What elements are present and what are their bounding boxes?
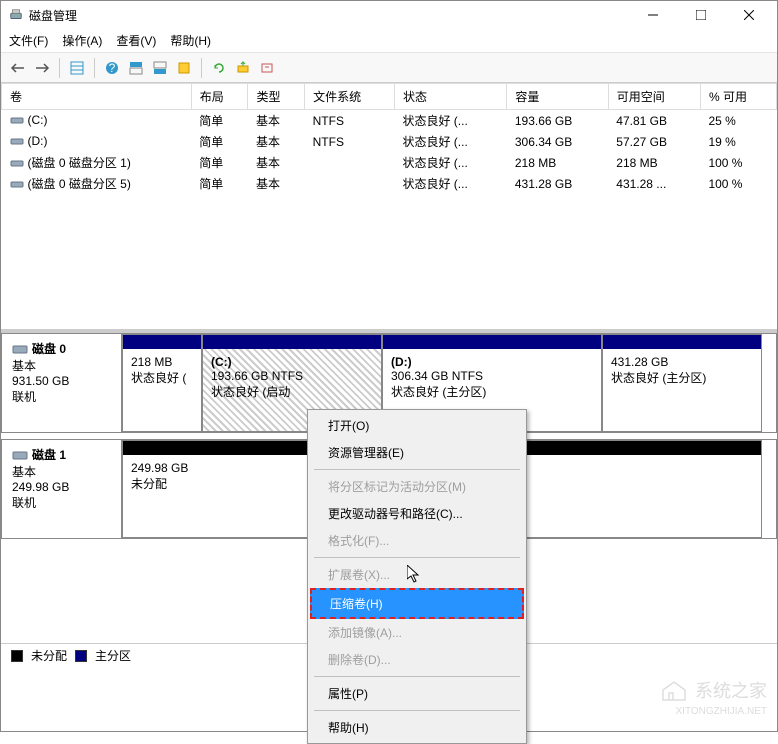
- action-button[interactable]: [256, 57, 278, 79]
- watermark: 系统之家: [659, 677, 767, 703]
- ctx-delete: 删除卷(D)...: [310, 646, 524, 673]
- cursor-icon: [407, 565, 423, 585]
- table-header-row: 卷 布局 类型 文件系统 状态 容量 可用空间 % 可用: [2, 84, 777, 110]
- menu-file[interactable]: 文件(F): [9, 32, 48, 49]
- menu-help[interactable]: 帮助(H): [170, 32, 211, 49]
- legend-unallocated: 未分配: [31, 647, 67, 664]
- th-type[interactable]: 类型: [248, 84, 305, 110]
- table-row[interactable]: (磁盘 0 磁盘分区 1) 简单基本 状态良好 (...218 MB218 MB…: [2, 152, 777, 173]
- separator: [314, 557, 520, 558]
- separator: [201, 58, 202, 78]
- separator: [314, 676, 520, 677]
- th-capacity[interactable]: 容量: [507, 84, 608, 110]
- help-button[interactable]: ?: [101, 57, 123, 79]
- separator: [94, 58, 95, 78]
- refresh-button[interactable]: [208, 57, 230, 79]
- menu-view[interactable]: 查看(V): [116, 32, 156, 49]
- th-layout[interactable]: 布局: [191, 84, 248, 110]
- watermark-text: 系统之家: [695, 677, 767, 703]
- ctx-shrink[interactable]: 压缩卷(H): [310, 588, 524, 619]
- table-row[interactable]: (磁盘 0 磁盘分区 5) 简单基本 状态良好 (...431.28 GB431…: [2, 173, 777, 194]
- back-button[interactable]: [7, 57, 29, 79]
- ctx-properties[interactable]: 属性(P): [310, 680, 524, 707]
- table-row[interactable]: (D:) 简单基本NTFS 状态良好 (...306.34 GB57.27 GB…: [2, 131, 777, 152]
- app-icon: [9, 8, 23, 22]
- disk-info[interactable]: 磁盘 0 基本931.50 GB联机: [2, 334, 122, 432]
- separator: [314, 710, 520, 711]
- menu-action[interactable]: 操作(A): [62, 32, 102, 49]
- ctx-format: 格式化(F)...: [310, 527, 524, 554]
- th-volume[interactable]: 卷: [2, 84, 192, 110]
- ctx-change-letter[interactable]: 更改驱动器号和路径(C)...: [310, 500, 524, 527]
- toolbar: ?: [1, 53, 777, 83]
- window-title: 磁盘管理: [29, 7, 641, 24]
- disk-info[interactable]: 磁盘 1 基本249.98 GB联机: [2, 440, 122, 538]
- maximize-button[interactable]: [689, 5, 713, 25]
- legend-primary: 主分区: [95, 647, 131, 664]
- ctx-help[interactable]: 帮助(H): [310, 714, 524, 741]
- th-percent[interactable]: % 可用: [700, 84, 776, 110]
- th-free[interactable]: 可用空间: [608, 84, 700, 110]
- volume-table[interactable]: 卷 布局 类型 文件系统 状态 容量 可用空间 % 可用 (C:) 简单基本NT…: [1, 83, 777, 333]
- ctx-mark-active: 将分区标记为活动分区(M): [310, 473, 524, 500]
- separator: [59, 58, 60, 78]
- ctx-explorer[interactable]: 资源管理器(E): [310, 439, 524, 466]
- minimize-button[interactable]: [641, 5, 665, 25]
- svg-text:?: ?: [109, 61, 116, 75]
- partition[interactable]: 431.28 GB状态良好 (主分区): [602, 334, 762, 432]
- view-top-button[interactable]: [125, 57, 147, 79]
- th-status[interactable]: 状态: [394, 84, 506, 110]
- table-row[interactable]: (C:) 简单基本NTFS 状态良好 (...193.66 GB47.81 GB…: [2, 110, 777, 132]
- partition[interactable]: 218 MB状态良好 (: [122, 334, 202, 432]
- close-button[interactable]: [737, 5, 761, 25]
- settings-button[interactable]: [173, 57, 195, 79]
- house-icon: [659, 678, 689, 702]
- legend-swatch-primary: [75, 650, 87, 662]
- th-filesystem[interactable]: 文件系统: [305, 84, 395, 110]
- separator: [314, 469, 520, 470]
- menubar: 文件(F) 操作(A) 查看(V) 帮助(H): [1, 29, 777, 53]
- view-bottom-button[interactable]: [149, 57, 171, 79]
- ctx-add-mirror: 添加镜像(A)...: [310, 619, 524, 646]
- legend-swatch-unallocated: [11, 650, 23, 662]
- titlebar: 磁盘管理: [1, 1, 777, 29]
- ctx-open[interactable]: 打开(O): [310, 412, 524, 439]
- forward-button[interactable]: [31, 57, 53, 79]
- watermark-url: XITONGZHIJIA.NET: [676, 706, 768, 717]
- rescan-button[interactable]: [232, 57, 254, 79]
- view-list-button[interactable]: [66, 57, 88, 79]
